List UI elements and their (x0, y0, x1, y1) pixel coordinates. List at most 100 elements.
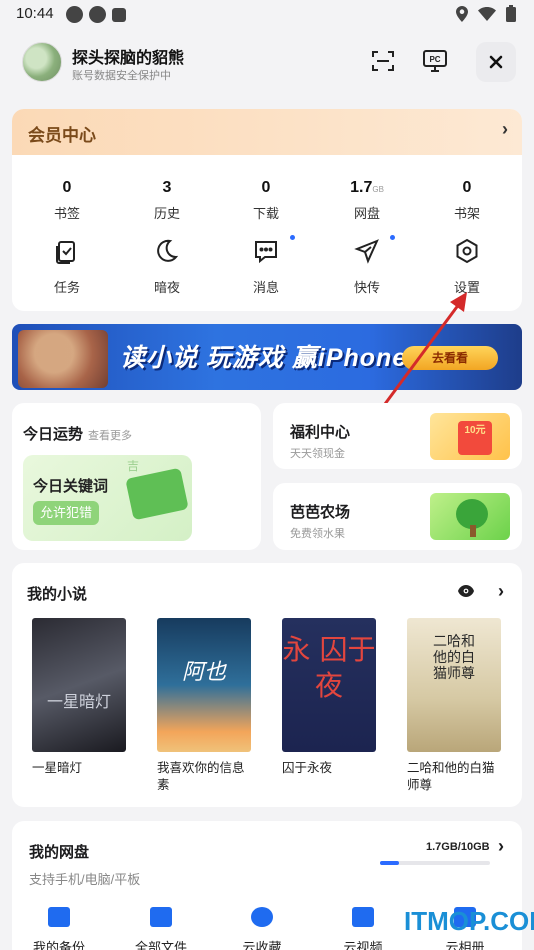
signpost-illustration (125, 467, 189, 521)
disk-item-cloud-video[interactable]: 云视频 (318, 907, 408, 950)
chevron-right-icon: › (502, 119, 508, 139)
pc-label: PC (429, 55, 440, 64)
moon-icon (157, 239, 179, 262)
notification-icons (66, 6, 126, 23)
book-cover-text: 二哈和他的白猫师尊 (433, 634, 475, 682)
book-item[interactable]: 永 囚于 夜 囚于永夜 (282, 618, 378, 777)
disk-item-label: 我的备份 (32, 940, 85, 950)
status-bar: 10:44 (0, 0, 534, 28)
stat-bookshelf[interactable]: 0 书架 (416, 179, 518, 222)
keyword-box[interactable]: 今日关键词 允许犯错 吉 (23, 455, 192, 541)
fortune-more-link[interactable]: 查看更多 (88, 427, 132, 443)
novels-title: 我的小说 (27, 586, 88, 603)
username[interactable]: 探头探脑的貂熊 (72, 44, 184, 68)
fruit-tree-illustration (430, 493, 510, 540)
stat-bookmarks[interactable]: 0 书签 (16, 179, 118, 222)
wifi-icon (478, 6, 496, 21)
tool-label: 消息 (252, 280, 279, 295)
stat-label: 书架 (453, 206, 480, 221)
app-notification-icon (89, 6, 106, 23)
book-title: 二哈和他的白猫师尊 (407, 761, 495, 792)
disk-usage-text: 1.7GB/10GB (426, 841, 490, 853)
settings-icon (456, 238, 478, 264)
stat-value: 1.7 (350, 179, 373, 196)
stat-label: 书签 (53, 206, 80, 221)
book-cover-text: 永 囚于 夜 (282, 633, 385, 702)
book-title: 一星暗灯 (32, 761, 83, 775)
red-envelope-badge: 10元 (458, 421, 492, 455)
chevron-right-icon[interactable]: › (498, 581, 504, 602)
disk-usage-fill (380, 861, 399, 865)
banner-illustration (18, 330, 108, 388)
tree-trunk (470, 525, 476, 537)
pc-icon: PC (423, 50, 447, 72)
watermark: ITMOP.COM (404, 906, 534, 936)
backup-icon (48, 907, 70, 927)
my-novels-section: 我的小说 › 一星暗灯 一星暗灯 阿也 我喜欢你的信息素 永 囚于 夜 囚于永夜… (12, 563, 522, 807)
cloud-icon (251, 907, 273, 927)
scan-button[interactable] (364, 42, 402, 80)
disk-item-label: 云收藏 (242, 940, 282, 950)
tool-tasks[interactable]: 任务 (16, 238, 118, 296)
keyword-badge: 允许犯错 (33, 501, 99, 525)
unread-dot (290, 235, 295, 240)
book-item[interactable]: 一星暗灯 一星暗灯 (32, 618, 128, 777)
annotation-arrow-icon (380, 292, 467, 409)
book-cover-text: 阿也 (181, 660, 226, 685)
scan-icon (372, 51, 394, 71)
disk-item-all-files[interactable]: 全部文件 (116, 907, 206, 950)
status-time: 10:44 (16, 5, 54, 22)
fortune-card[interactable]: 今日运势 查看更多 今日关键词 允许犯错 吉 (12, 403, 261, 550)
app-notification-icon (66, 6, 83, 23)
red-envelope-illustration: 10元 (430, 413, 510, 460)
disk-usage-bar (380, 861, 490, 865)
account-security-text: 账号数据安全保护中 (72, 70, 171, 82)
book-cover: 一星暗灯 (32, 618, 126, 752)
disk-item-label: 云相册 (445, 940, 485, 950)
location-icon (456, 5, 468, 22)
disk-item-cloud-favorites[interactable]: 云收藏 (217, 907, 307, 950)
pc-button[interactable]: PC (416, 42, 454, 80)
farm-card[interactable]: 芭芭农场 免费领水果 (273, 483, 522, 550)
message-icon (255, 241, 277, 264)
stat-value: 0 (462, 179, 472, 196)
close-icon (489, 55, 503, 69)
video-icon (352, 907, 374, 927)
keyword-title: 今日关键词 (33, 478, 109, 495)
stat-label: 下载 (252, 206, 279, 221)
book-cover-text: 一星暗灯 (46, 692, 111, 711)
stat-history[interactable]: 3 历史 (116, 179, 218, 222)
member-center-header[interactable]: 会员中心 › (12, 109, 522, 155)
disk-item-backup[interactable]: 我的备份 (14, 907, 104, 950)
stat-cloud-disk[interactable]: 1.7GB 网盘 (316, 179, 418, 222)
close-button[interactable] (476, 42, 516, 82)
eye-icon[interactable] (458, 585, 474, 597)
fortune-title: 今日运势 (23, 426, 84, 443)
welfare-center-card[interactable]: 福利中心 天天领现金 10元 (273, 403, 522, 469)
battery-icon (506, 5, 516, 22)
book-item[interactable]: 二哈和他的白猫师尊 二哈和他的白猫师尊 (407, 618, 503, 794)
tool-night-mode[interactable]: 暗夜 (116, 238, 218, 296)
avatar[interactable] (22, 42, 62, 82)
farm-title: 芭芭农场 (290, 504, 351, 521)
welfare-subtitle: 天天领现金 (290, 448, 345, 460)
disk-title: 我的网盘 (29, 844, 90, 861)
stat-downloads[interactable]: 0 下载 (215, 179, 317, 222)
book-cover: 二哈和他的白猫师尊 (407, 618, 501, 752)
welfare-title: 福利中心 (290, 424, 351, 441)
stat-value: 0 (62, 179, 72, 196)
farm-subtitle: 免费领水果 (290, 528, 345, 540)
book-title: 我喜欢你的信息素 (157, 761, 245, 792)
disk-subtitle: 支持手机/电脑/平板 (29, 872, 141, 887)
lucky-char: 吉 (127, 459, 140, 473)
disk-item-label: 全部文件 (134, 940, 187, 950)
banner-text: 读小说 玩游戏 赢iPhone (120, 344, 408, 372)
chevron-right-icon[interactable]: › (498, 836, 504, 857)
disk-item-label: 云视频 (343, 940, 383, 950)
tool-messages[interactable]: 消息 (215, 235, 317, 296)
member-card: 会员中心 › 0 书签 3 历史 0 下载 1.7GB 网盘 0 书架 任务 暗… (12, 109, 522, 311)
stat-unit: GB (372, 185, 384, 194)
book-item[interactable]: 阿也 我喜欢你的信息素 (157, 618, 253, 794)
book-cover: 阿也 (157, 618, 251, 752)
app-notification-icon (112, 8, 126, 22)
